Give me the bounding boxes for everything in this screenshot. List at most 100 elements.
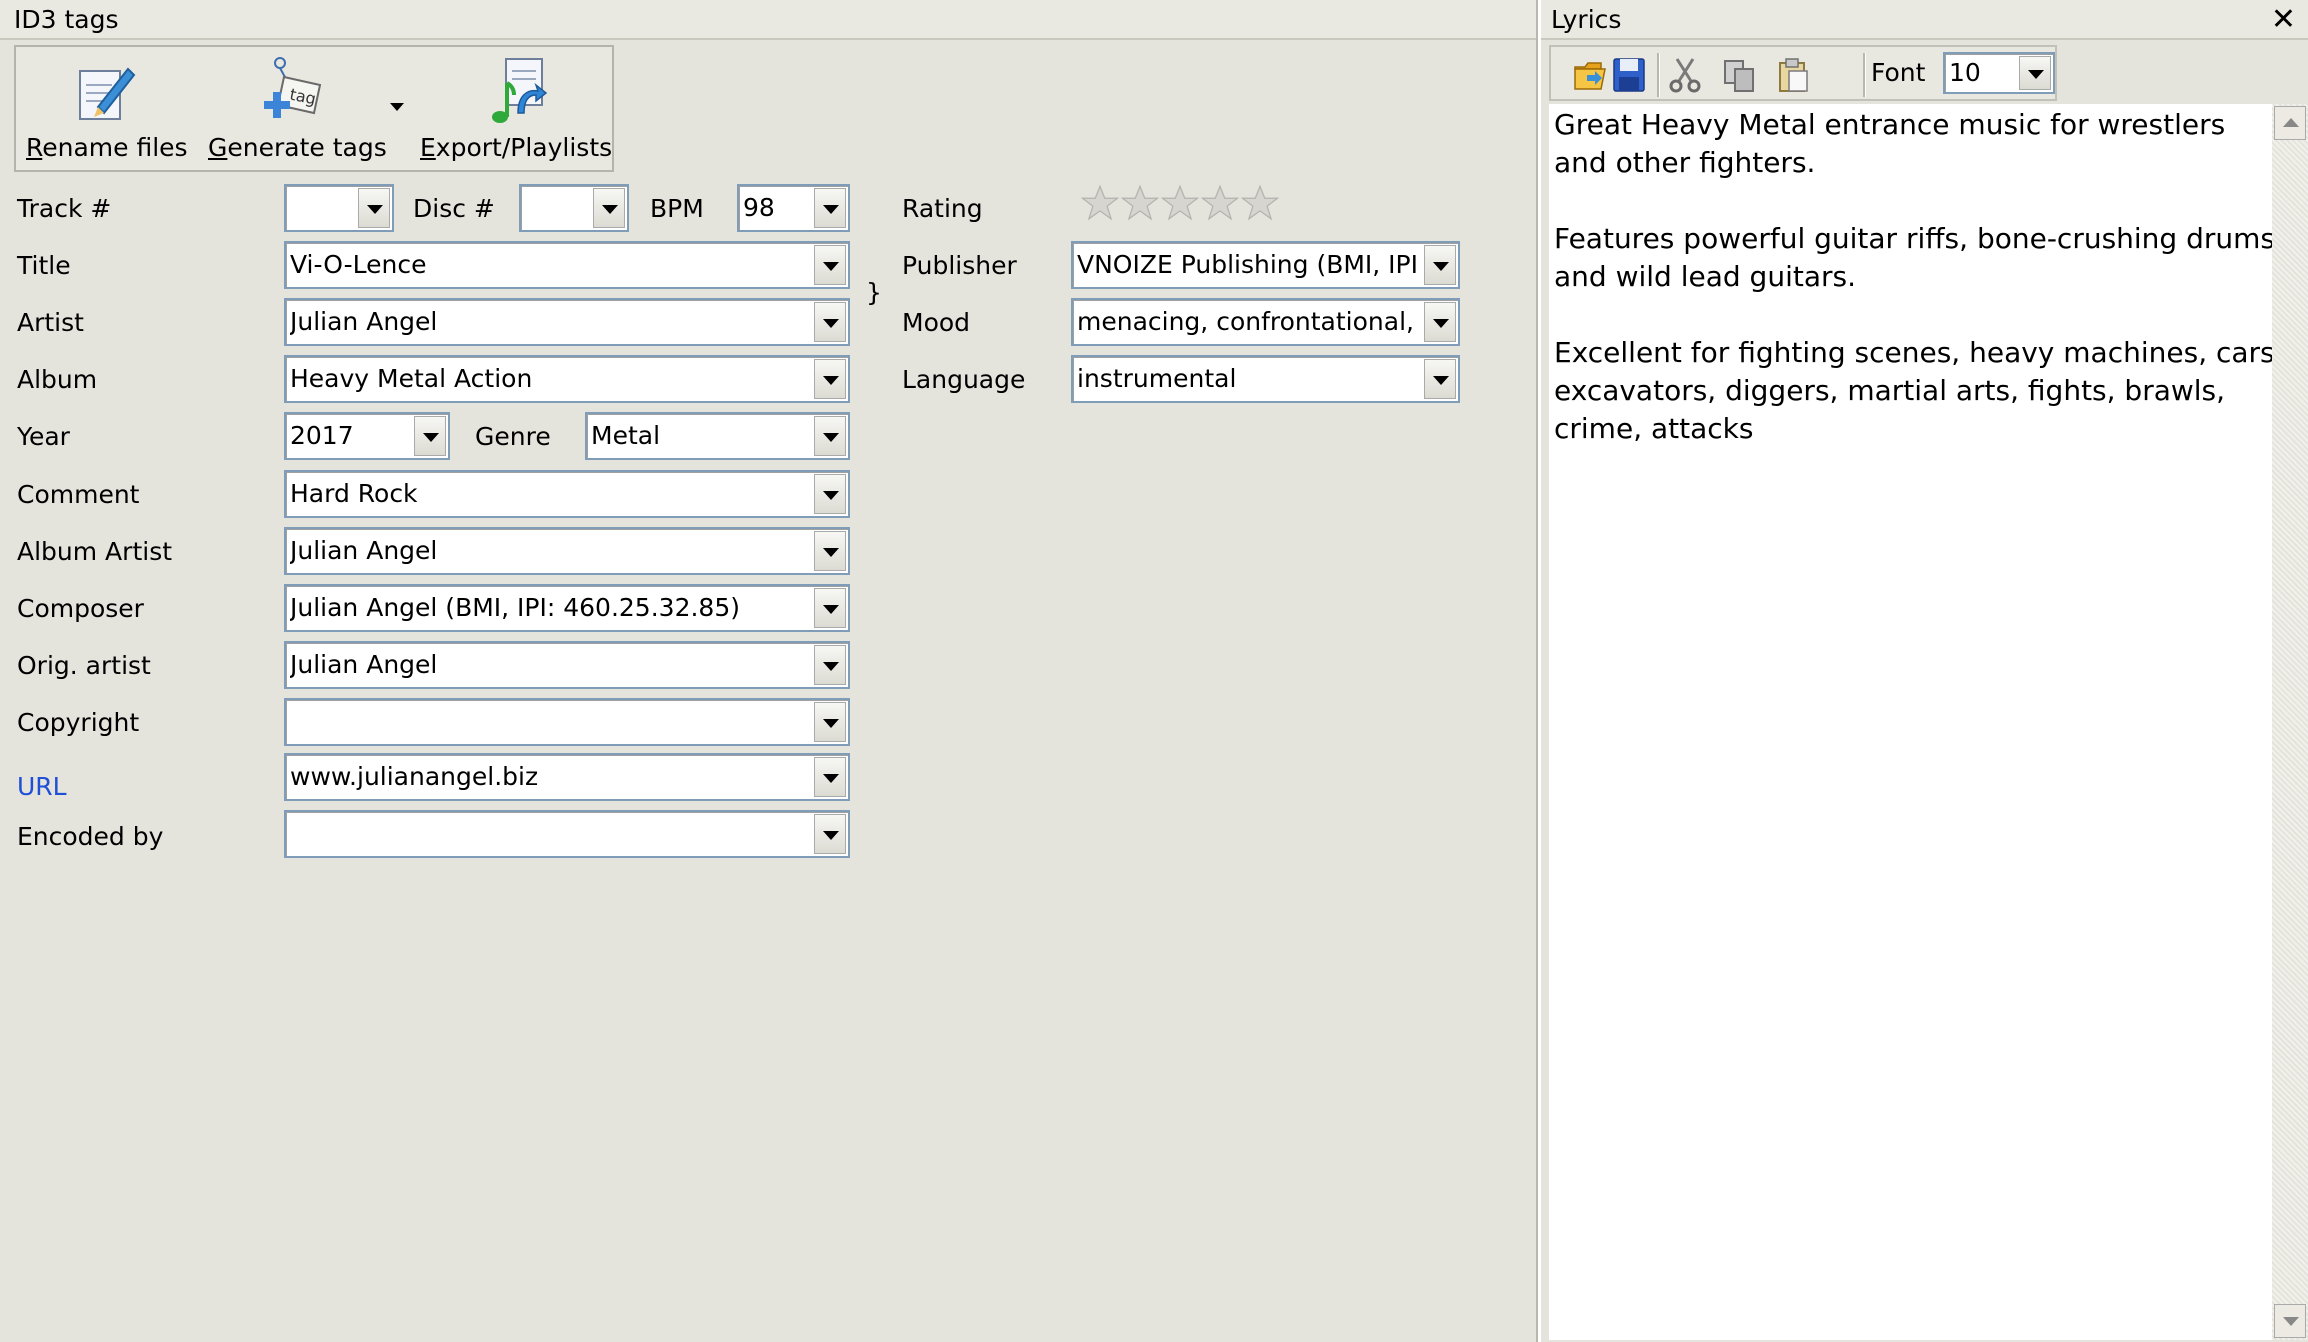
mood-combo[interactable]: menacing, confrontational, co bbox=[1071, 298, 1460, 346]
copy-icon[interactable] bbox=[1719, 55, 1759, 95]
scroll-up-button[interactable] bbox=[2274, 106, 2306, 140]
orig-artist-dropdown-arrow[interactable] bbox=[814, 645, 846, 685]
star-icon[interactable] bbox=[1121, 184, 1159, 222]
lyrics-paragraph: Great Heavy Metal entrance music for wre… bbox=[1554, 108, 2226, 179]
album-artist-value: Julian Angel bbox=[290, 536, 438, 565]
lyrics-text-area[interactable]: Great Heavy Metal entrance music for wre… bbox=[1549, 104, 2289, 1340]
album-artist-combo[interactable]: Julian Angel bbox=[284, 527, 850, 575]
font-size-combo[interactable]: 10 bbox=[1943, 52, 2055, 94]
bpm-label: BPM bbox=[650, 194, 704, 223]
bpm-combo[interactable]: 98 bbox=[737, 184, 850, 232]
encoded-by-dropdown-arrow[interactable] bbox=[814, 814, 846, 854]
lyrics-paragraph: Features powerful guitar riffs, bone-cru… bbox=[1554, 222, 2275, 293]
save-icon[interactable] bbox=[1609, 55, 1649, 95]
paste-icon[interactable] bbox=[1773, 55, 1813, 95]
title-dropdown-arrow[interactable] bbox=[814, 245, 846, 285]
star-icon[interactable] bbox=[1161, 184, 1199, 222]
year-combo[interactable]: 2017 bbox=[284, 412, 450, 460]
star-icon[interactable] bbox=[1201, 184, 1239, 222]
rating-label: Rating bbox=[902, 194, 983, 223]
track-label: Track # bbox=[17, 194, 112, 223]
title-value: Vi-O-Lence bbox=[290, 250, 427, 279]
export-playlists-icon bbox=[492, 58, 548, 123]
lyrics-paragraph: Excellent for fighting scenes, heavy mac… bbox=[1554, 336, 2284, 445]
copyright-dropdown-arrow[interactable] bbox=[814, 702, 846, 742]
track-combo[interactable] bbox=[284, 184, 394, 232]
genre-dropdown-arrow[interactable] bbox=[814, 416, 846, 456]
generate-tags-dropdown-arrow[interactable] bbox=[390, 103, 404, 111]
id3-toolbar: Rename files tag Generate tags Export/Pl… bbox=[14, 45, 614, 172]
year-dropdown-arrow[interactable] bbox=[414, 416, 446, 456]
album-artist-dropdown-arrow[interactable] bbox=[814, 531, 846, 571]
rename-files-button[interactable]: Rename files bbox=[26, 47, 188, 170]
comment-value: Hard Rock bbox=[290, 479, 418, 508]
lyrics-panel-header: Lyrics ✕ bbox=[1541, 0, 2308, 40]
language-dropdown-arrow[interactable] bbox=[1424, 359, 1456, 399]
album-artist-label: Album Artist bbox=[17, 537, 173, 566]
encoded-by-label: Encoded by bbox=[17, 822, 164, 851]
lyrics-panel: Lyrics ✕ Font 10 Great Heavy Metal entra… bbox=[1541, 0, 2308, 1342]
scroll-down-button[interactable] bbox=[2274, 1304, 2306, 1338]
brace-mark: } bbox=[866, 278, 882, 307]
bpm-dropdown-arrow[interactable] bbox=[814, 188, 846, 228]
orig-artist-combo[interactable]: Julian Angel bbox=[284, 641, 850, 689]
composer-combo[interactable]: Julian Angel (BMI, IPI: 460.25.32.85) bbox=[284, 584, 850, 632]
mood-label: Mood bbox=[902, 308, 971, 337]
cut-icon[interactable] bbox=[1665, 55, 1705, 95]
track-dropdown-arrow[interactable] bbox=[358, 188, 390, 228]
close-icon[interactable]: ✕ bbox=[2271, 0, 2296, 40]
publisher-value: VNOIZE Publishing (BMI, IPI: 8 bbox=[1077, 250, 1420, 279]
title-label: Title bbox=[17, 251, 71, 280]
export-playlists-button[interactable]: Export/Playlists bbox=[420, 47, 613, 170]
album-combo[interactable]: Heavy Metal Action bbox=[284, 355, 850, 403]
url-combo[interactable]: www.julianangel.biz bbox=[284, 753, 850, 801]
disc-dropdown-arrow[interactable] bbox=[593, 188, 625, 228]
genre-label: Genre bbox=[475, 422, 551, 451]
id3-tags-panel: ID3 tags Rename files tag Generate tags … bbox=[0, 0, 1541, 1342]
mood-dropdown-arrow[interactable] bbox=[1424, 302, 1456, 342]
generate-tags-icon: tag bbox=[264, 57, 322, 118]
encoded-by-combo[interactable] bbox=[284, 810, 850, 858]
lyrics-panel-title: Lyrics bbox=[1551, 5, 1622, 34]
rename-icon bbox=[79, 67, 136, 120]
composer-value: Julian Angel (BMI, IPI: 460.25.32.85) bbox=[290, 593, 740, 622]
language-value: instrumental bbox=[1077, 364, 1237, 393]
font-label: Font bbox=[1871, 58, 1926, 87]
artist-dropdown-arrow[interactable] bbox=[814, 302, 846, 342]
title-combo[interactable]: Vi-O-Lence bbox=[284, 241, 850, 289]
artist-label: Artist bbox=[17, 308, 84, 337]
composer-label: Composer bbox=[17, 594, 144, 623]
artist-combo[interactable]: Julian Angel bbox=[284, 298, 850, 346]
language-combo[interactable]: instrumental bbox=[1071, 355, 1460, 403]
export-playlists-label: Export/Playlists bbox=[420, 133, 613, 162]
lyrics-scrollbar[interactable] bbox=[2272, 104, 2308, 1340]
rename-files-label: Rename files bbox=[26, 133, 188, 162]
comment-dropdown-arrow[interactable] bbox=[814, 474, 846, 514]
bpm-value: 98 bbox=[743, 193, 775, 222]
composer-dropdown-arrow[interactable] bbox=[814, 588, 846, 628]
disc-combo[interactable] bbox=[519, 184, 629, 232]
font-size-value: 10 bbox=[1949, 58, 1981, 87]
publisher-dropdown-arrow[interactable] bbox=[1424, 245, 1456, 285]
genre-combo[interactable]: Metal bbox=[585, 412, 850, 460]
comment-combo[interactable]: Hard Rock bbox=[284, 470, 850, 518]
publisher-combo[interactable]: VNOIZE Publishing (BMI, IPI: 8 bbox=[1071, 241, 1460, 289]
url-link[interactable]: URL bbox=[17, 772, 67, 801]
album-dropdown-arrow[interactable] bbox=[814, 359, 846, 399]
copyright-combo[interactable] bbox=[284, 698, 850, 746]
generate-tags-label: Generate tags bbox=[208, 133, 387, 162]
open-folder-icon[interactable] bbox=[1571, 55, 1611, 95]
genre-value: Metal bbox=[591, 421, 661, 450]
publisher-label: Publisher bbox=[902, 251, 1017, 280]
font-size-dropdown-arrow[interactable] bbox=[2019, 56, 2051, 90]
generate-tags-button[interactable]: tag Generate tags bbox=[208, 47, 387, 170]
language-label: Language bbox=[902, 365, 1026, 394]
url-dropdown-arrow[interactable] bbox=[814, 757, 846, 797]
star-icon[interactable] bbox=[1241, 184, 1279, 222]
artist-value: Julian Angel bbox=[290, 307, 438, 336]
star-icon[interactable] bbox=[1081, 184, 1119, 222]
toolbar-separator bbox=[1863, 53, 1866, 97]
copyright-label: Copyright bbox=[17, 708, 140, 737]
disc-label: Disc # bbox=[413, 194, 495, 223]
comment-label: Comment bbox=[17, 480, 140, 509]
